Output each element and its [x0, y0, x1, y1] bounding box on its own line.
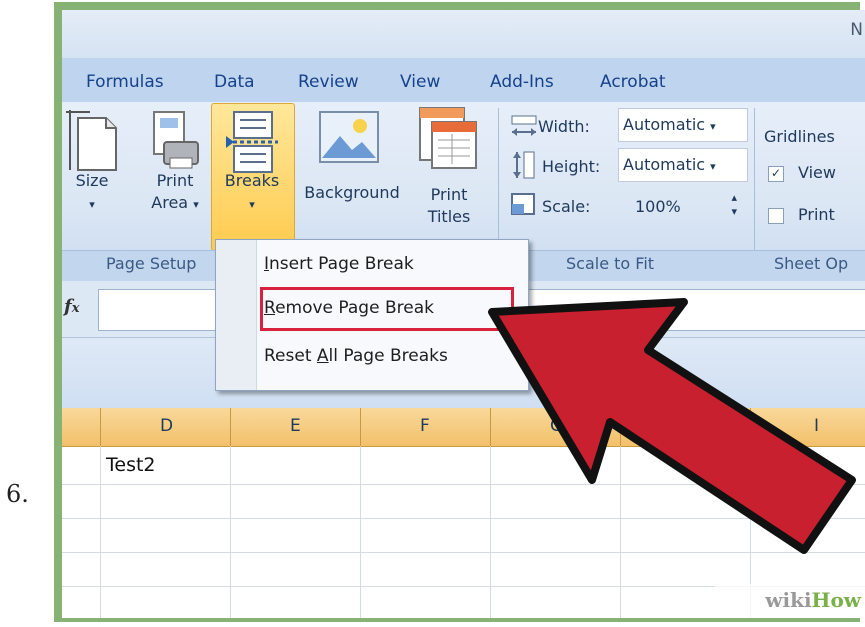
- wikihow-logo: wikiHow: [765, 588, 861, 612]
- column-header-e[interactable]: E: [290, 416, 301, 436]
- column-divider: [620, 408, 621, 446]
- print-area-button[interactable]: Print Area ▾: [140, 170, 210, 216]
- breaks-menu: Insert Page Break Remove Page Break Rese…: [215, 239, 529, 391]
- excel-window: N Formulas Data Review View Add-Ins Acro…: [62, 10, 865, 618]
- scale-value: 100%: [635, 197, 681, 216]
- print-label: Print: [798, 205, 835, 224]
- height-icon: [513, 151, 535, 179]
- width-label: Width:: [538, 117, 590, 136]
- print-titles-label-1: Print: [430, 185, 468, 204]
- column-header-row: [62, 408, 865, 447]
- print-checkbox[interactable]: [768, 208, 784, 224]
- cell-d1[interactable]: Test2: [106, 454, 156, 476]
- print-area-dropdown-icon: ▾: [193, 198, 199, 211]
- column-header-f[interactable]: F: [420, 416, 430, 436]
- print-area-label-1: Print: [156, 171, 194, 190]
- print-area-label-2: Area: [151, 193, 189, 212]
- tab-acrobat[interactable]: Acrobat: [600, 72, 666, 92]
- page-setup-group-label: Page Setup: [106, 254, 197, 273]
- menu-gutter: [216, 240, 257, 390]
- step-number: 6.: [6, 480, 29, 508]
- wikihow-logo-how: How: [811, 588, 861, 612]
- tab-view[interactable]: View: [400, 72, 440, 92]
- menu-text: ll Page Breaks: [328, 346, 448, 366]
- grid-line: [100, 446, 101, 618]
- grid-line: [620, 446, 621, 618]
- scale-label: Scale:: [542, 197, 591, 216]
- fx-icon[interactable]: fx: [64, 296, 80, 317]
- height-dropdown-icon: ▾: [710, 160, 716, 173]
- column-divider: [360, 408, 361, 446]
- grid-line: [490, 446, 491, 618]
- menu-text: Reset: [264, 346, 317, 366]
- column-divider: [750, 408, 751, 446]
- wikihow-logo-wiki: wiki: [765, 588, 812, 612]
- column-header-i[interactable]: I: [814, 416, 819, 436]
- tab-review[interactable]: Review: [298, 72, 359, 92]
- print-titles-button[interactable]: Print Titles: [414, 184, 484, 228]
- size-icon: [66, 110, 117, 171]
- gridlines-label: Gridlines: [764, 127, 835, 146]
- print-area-icon: [153, 111, 199, 169]
- tab-data[interactable]: Data: [214, 72, 255, 92]
- grid-line: [62, 484, 865, 485]
- tab-add-ins[interactable]: Add-Ins: [490, 72, 554, 92]
- sheet-options-group-label: Sheet Op: [774, 254, 849, 273]
- background-button[interactable]: Background: [294, 182, 410, 204]
- column-header-d[interactable]: D: [160, 416, 173, 436]
- ribbon-tabs: Formulas Data Review View Add-Ins Acroba…: [62, 58, 865, 102]
- grid-line: [62, 552, 865, 553]
- menu-text: nsert Page Break: [269, 254, 414, 274]
- size-dropdown-icon: ▾: [89, 198, 95, 211]
- column-divider: [100, 408, 101, 446]
- insert-page-break-item[interactable]: Insert Page Break: [264, 254, 414, 274]
- column-divider: [230, 408, 231, 446]
- print-titles-icon: [419, 107, 477, 169]
- reset-all-page-breaks-item[interactable]: Reset All Page Breaks: [264, 346, 448, 366]
- height-label: Height:: [542, 157, 601, 176]
- width-dropdown-icon: ▾: [710, 120, 716, 133]
- width-value: Automatic: [623, 115, 706, 134]
- tab-formulas[interactable]: Formulas: [86, 72, 164, 92]
- spinner-arrows-icon[interactable]: ▴ ▾: [731, 191, 737, 219]
- breaks-dropdown-icon: ▾: [249, 198, 255, 211]
- size-label: Size: [75, 171, 109, 190]
- scale-to-fit-group-label: Scale to Fit: [566, 254, 655, 273]
- height-select[interactable]: Automatic ▾: [618, 148, 748, 182]
- print-titles-label-2: Titles: [427, 207, 471, 226]
- breaks-icon: [226, 111, 278, 173]
- breaks-button[interactable]: Breaks ▾: [212, 170, 292, 216]
- width-icon: [511, 115, 537, 136]
- remove-page-break-highlight: [260, 287, 514, 331]
- window-title: N: [850, 20, 863, 40]
- width-select[interactable]: Automatic ▾: [618, 108, 748, 142]
- scale-icon: [511, 193, 535, 215]
- view-checkbox[interactable]: ✓: [768, 166, 784, 182]
- menu-accelerator: A: [316, 346, 329, 366]
- view-label: View: [798, 163, 836, 182]
- grid-line: [230, 446, 231, 618]
- title-bar: N: [62, 10, 865, 59]
- grid-line: [62, 518, 865, 519]
- column-divider: [490, 408, 491, 446]
- background-icon: [319, 111, 379, 163]
- breaks-label: Breaks: [224, 171, 280, 190]
- scale-spinner[interactable]: 100% ▴ ▾: [618, 190, 748, 224]
- height-value: Automatic: [623, 155, 706, 174]
- size-button[interactable]: Size ▾: [72, 170, 112, 216]
- grid-line: [360, 446, 361, 618]
- column-header-g[interactable]: G: [550, 416, 563, 436]
